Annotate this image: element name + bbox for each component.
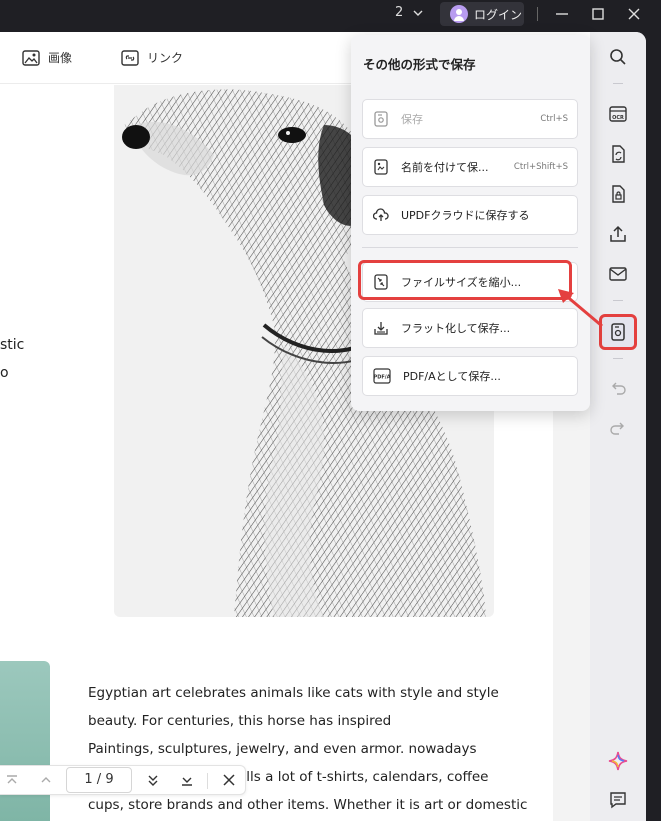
save-as-file-icon bbox=[374, 159, 388, 175]
body-line: beauty. For centuries, this horse has in… bbox=[88, 713, 392, 729]
findbar-divider bbox=[207, 773, 208, 789]
page-number-input[interactable]: 1 / 9 bbox=[66, 767, 132, 793]
last-page-icon[interactable] bbox=[178, 771, 196, 789]
page-navigation-bar: 1 / 9 bbox=[0, 765, 246, 795]
sidebar-divider bbox=[613, 83, 623, 84]
save-as-shortcut: Ctrl+Shift+S bbox=[513, 162, 568, 172]
reduce-file-size-label: ファイルサイズを縮小... bbox=[401, 276, 522, 289]
previous-page-icon[interactable] bbox=[37, 771, 55, 789]
save-label: 保存 bbox=[401, 113, 423, 126]
flatten-save-item[interactable]: フラット化して保存... bbox=[362, 308, 578, 348]
save-as-pdfa-item[interactable]: PDF/A PDF/Aとして保存... bbox=[362, 356, 578, 396]
link-icon bbox=[121, 49, 139, 66]
save-as-label: 名前を付けて保... bbox=[401, 161, 489, 174]
flatten-save-label: フラット化して保存... bbox=[401, 322, 511, 335]
reduce-file-size-item[interactable]: ファイルサイズを縮小... bbox=[362, 262, 578, 302]
ai-icon[interactable] bbox=[608, 751, 628, 771]
share-icon[interactable] bbox=[608, 224, 628, 244]
right-tool-sidebar: OCR bbox=[590, 32, 646, 821]
save-menu-title: その他の形式で保存 bbox=[363, 57, 476, 72]
save-as-icon[interactable] bbox=[608, 322, 628, 342]
close-icon[interactable] bbox=[624, 4, 644, 24]
body-paragraph[interactable]: Egyptian art celebrates animals like cat… bbox=[88, 679, 528, 819]
text-fragment[interactable]: o bbox=[0, 365, 9, 381]
insert-link-button[interactable]: リンク bbox=[121, 49, 183, 66]
link-label: リンク bbox=[147, 51, 184, 65]
first-page-icon[interactable] bbox=[3, 771, 21, 789]
save-as-pdfa-label: PDF/Aとして保存... bbox=[403, 370, 501, 383]
undo-icon[interactable] bbox=[608, 378, 628, 398]
document-count[interactable]: 2 bbox=[395, 5, 403, 20]
redo-icon[interactable] bbox=[608, 418, 628, 438]
text-fragment[interactable]: stic bbox=[0, 337, 24, 353]
pointer-arrow-icon bbox=[558, 289, 603, 328]
save-item[interactable]: 保存 Ctrl+S bbox=[362, 99, 578, 139]
flatten-icon bbox=[374, 322, 388, 335]
close-navigation-icon[interactable] bbox=[220, 771, 238, 789]
protect-icon[interactable] bbox=[608, 184, 628, 204]
convert-icon[interactable] bbox=[608, 144, 628, 164]
save-to-cloud-label: UPDFクラウドに保存する bbox=[401, 209, 530, 222]
compress-icon bbox=[374, 274, 388, 290]
cloud-upload-icon bbox=[373, 208, 389, 221]
title-bar: 2 ログイン bbox=[0, 0, 661, 28]
body-line: Paintings, sculptures, jewelry, and even… bbox=[88, 741, 477, 757]
insert-image-button[interactable]: 画像 bbox=[22, 49, 72, 66]
save-icon bbox=[374, 111, 388, 127]
body-line: Egyptian art celebrates animals like cat… bbox=[88, 685, 499, 701]
save-as-item[interactable]: 名前を付けて保... Ctrl+Shift+S bbox=[362, 147, 578, 187]
image-icon bbox=[22, 49, 40, 66]
maximize-icon[interactable] bbox=[588, 4, 608, 24]
body-line: cups, store brands and other items. Whet… bbox=[88, 797, 528, 813]
pdfa-icon: PDF/A bbox=[373, 368, 391, 384]
ocr-icon[interactable]: OCR bbox=[608, 104, 628, 124]
save-shortcut: Ctrl+S bbox=[540, 114, 568, 124]
plant-image[interactable] bbox=[0, 661, 50, 821]
svg-text:OCR: OCR bbox=[612, 115, 624, 121]
next-page-icon[interactable] bbox=[144, 771, 162, 789]
save-as-menu: その他の形式で保存 保存 Ctrl+S 名前を付けて保... Ctrl+Shif… bbox=[351, 35, 590, 411]
search-icon[interactable] bbox=[608, 47, 628, 67]
minimize-icon[interactable] bbox=[552, 4, 572, 24]
image-label: 画像 bbox=[48, 51, 73, 65]
chevron-down-icon[interactable] bbox=[411, 6, 425, 20]
mail-icon[interactable] bbox=[608, 264, 628, 284]
menu-divider bbox=[362, 247, 578, 248]
login-button[interactable]: ログイン bbox=[440, 2, 524, 26]
svg-text:PDF/A: PDF/A bbox=[374, 375, 391, 381]
sidebar-divider bbox=[613, 300, 623, 301]
save-to-cloud-item[interactable]: UPDFクラウドに保存する bbox=[362, 195, 578, 235]
comment-icon[interactable] bbox=[608, 790, 628, 810]
sidebar-divider bbox=[613, 358, 623, 359]
login-label: ログイン bbox=[474, 7, 523, 22]
avatar-icon bbox=[450, 5, 468, 23]
titlebar-divider bbox=[537, 7, 538, 21]
